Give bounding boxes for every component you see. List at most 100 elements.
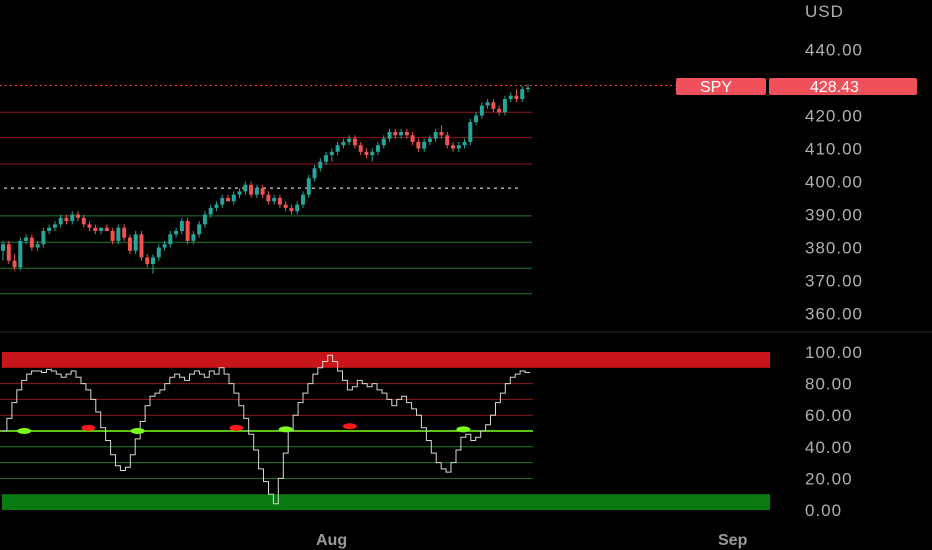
candle-body [514, 95, 519, 99]
candle-body [6, 244, 11, 261]
signal-dot [342, 423, 357, 430]
candle-body [526, 87, 530, 90]
oversold-zone [2, 494, 770, 510]
candle-body [70, 214, 75, 222]
candle-body [358, 145, 363, 152]
candle-body [456, 145, 461, 149]
candle-body [468, 122, 473, 142]
candle-body [249, 184, 254, 195]
candle-body [243, 184, 248, 192]
candle-body [502, 99, 507, 113]
candle-body [214, 204, 219, 208]
candle-body [295, 204, 300, 212]
candle-body [145, 257, 150, 264]
trading-chart[interactable]: USD 440.00 420.00 410.00 400.00 390.00 380.00… [0, 0, 932, 550]
candle-body [462, 141, 467, 146]
candle-body [226, 198, 230, 202]
candle-body [156, 247, 161, 258]
price-axis-label: 420.00 [805, 107, 863, 126]
oscillator-axis-label: 20.00 [805, 469, 853, 488]
candle-body [202, 214, 207, 225]
candle-body [104, 227, 109, 231]
candle-body [485, 102, 490, 106]
candle-body [370, 151, 375, 156]
candle-body [179, 221, 184, 231]
signal-dot [456, 426, 471, 433]
candle-body [168, 234, 173, 245]
candle-body [329, 151, 334, 156]
candle-body [352, 138, 357, 146]
candle-body [410, 135, 415, 142]
candle-body [451, 145, 455, 149]
candle-body [289, 207, 294, 212]
candle-body [220, 198, 225, 205]
signal-dot [81, 424, 96, 431]
candle-body [151, 257, 155, 264]
candle-body [393, 132, 398, 136]
oscillator-axis-label: 40.00 [805, 438, 853, 457]
candle-body [208, 207, 213, 215]
symbol-label: SPY [700, 79, 732, 96]
candle-body [387, 132, 392, 139]
signal-dot [130, 428, 145, 434]
candle-body [306, 178, 311, 195]
candle-body [399, 132, 404, 136]
candle-body [29, 237, 34, 248]
candle-body [81, 217, 86, 225]
candle-body [376, 145, 380, 152]
candle-body [231, 194, 236, 202]
candle-body [364, 151, 369, 156]
candle-body [318, 161, 323, 169]
candle-body [341, 141, 346, 146]
candle-body [64, 217, 69, 222]
price-axis-label: 410.00 [805, 140, 863, 159]
candle-body [93, 227, 98, 231]
candle-body [185, 221, 190, 241]
candle-body [301, 194, 305, 205]
signal-dot [17, 428, 32, 434]
oscillator-axis-label: 60.00 [805, 406, 853, 425]
candle-body [266, 194, 271, 202]
candle-body [433, 132, 438, 139]
price-axis-label: 400.00 [805, 173, 863, 192]
candle-body [277, 198, 282, 205]
candle-body [381, 138, 386, 146]
candle-body [35, 244, 40, 248]
candle-body [491, 102, 496, 109]
time-label-sep: Sep [718, 532, 748, 549]
candle-body [254, 188, 259, 195]
candle-body [474, 115, 479, 123]
currency-label: USD [805, 2, 844, 21]
candle-body [110, 231, 115, 241]
oscillator-axis-label: 80.00 [805, 375, 853, 394]
time-label-aug: Aug [316, 532, 347, 549]
candle-body [133, 234, 138, 251]
candle-body [191, 234, 196, 241]
candle-body [139, 234, 144, 258]
candle-body [439, 132, 444, 136]
overbought-zone [2, 352, 770, 368]
candle-body [174, 231, 179, 235]
oscillator-axis-label: 100.00 [805, 343, 863, 362]
candle-body [324, 155, 329, 162]
candle-body [422, 141, 427, 149]
candle-body [122, 227, 127, 238]
candle-body [237, 191, 242, 195]
candle-body [272, 198, 277, 202]
price-axis-label: 440.00 [805, 41, 863, 60]
candle-body [347, 138, 352, 142]
candle-body [41, 231, 46, 245]
candle-body [508, 95, 513, 99]
candle-body [127, 237, 132, 251]
price-axis-label: 390.00 [805, 206, 863, 225]
candle-body [283, 204, 288, 208]
signal-dot [278, 426, 293, 433]
price-axis-label: 360.00 [805, 305, 863, 324]
candle-body [87, 224, 92, 228]
candle-body [335, 145, 340, 152]
candle-body [427, 138, 432, 142]
candle-body [162, 244, 167, 248]
candle-body [445, 135, 450, 146]
candle-body [99, 227, 104, 231]
candle-body [479, 105, 484, 116]
